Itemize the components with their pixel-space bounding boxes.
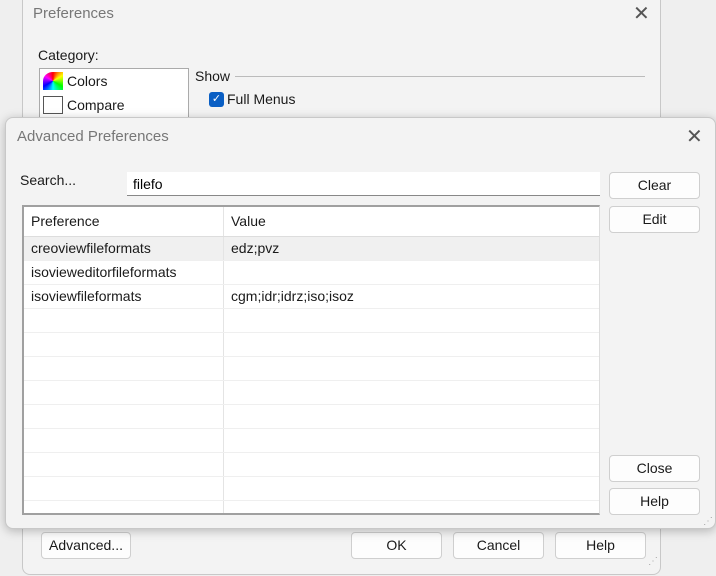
empty-row (24, 357, 599, 381)
advanced-button[interactable]: Advanced... (41, 532, 131, 559)
dialog-title: Advanced Preferences (17, 128, 169, 145)
close-icon[interactable]: ✕ (633, 1, 650, 26)
search-label: Search... (20, 172, 77, 188)
table-header: Preference Value (24, 207, 599, 237)
cell: isovieweditorfileformats (24, 261, 224, 284)
table-row[interactable]: isovieweditorfileformats (24, 261, 599, 285)
full-menus-checkbox[interactable]: ✓ Full Menus (209, 91, 295, 107)
empty-row (24, 333, 599, 357)
close-button[interactable]: Close (609, 455, 700, 482)
edit-button[interactable]: Edit (609, 206, 700, 233)
show-group-label: Show (195, 68, 231, 84)
clear-button[interactable]: Clear (609, 172, 700, 199)
cell: isoviewfileformats (24, 285, 224, 308)
search-input[interactable] (127, 172, 600, 196)
cell: edz;pvz (231, 240, 280, 256)
cancel-button[interactable]: Cancel (453, 532, 544, 559)
help-button[interactable]: Help (609, 488, 700, 515)
column-header[interactable]: Preference (24, 207, 224, 236)
resize-grip-icon[interactable]: ⋰ (648, 556, 658, 567)
category-label: Category: (38, 47, 99, 63)
table-row[interactable]: isoviewfileformats cgm;idr;idrz;iso;isoz (24, 285, 599, 309)
column-header[interactable]: Value (224, 207, 599, 236)
cell: creoviewfileformats (24, 237, 224, 260)
table-row[interactable]: creoviewfileformats edz;pvz (24, 237, 599, 261)
advanced-preferences-dialog: Advanced Preferences ✕ Search... Clear E… (5, 117, 716, 529)
cell: cgm;idr;idrz;iso;isoz (231, 288, 354, 304)
colors-icon (43, 72, 63, 90)
dialog-title: Preferences (33, 5, 114, 22)
help-button[interactable]: Help (555, 532, 646, 559)
compare-icon (43, 96, 63, 114)
category-item-compare[interactable]: Compare (40, 93, 188, 117)
resize-grip-icon[interactable]: ⋰ (703, 516, 713, 527)
empty-row (24, 453, 599, 477)
empty-row (24, 477, 599, 501)
category-item-colors[interactable]: Colors (40, 69, 188, 93)
empty-row (24, 309, 599, 333)
cell (224, 261, 599, 284)
divider (235, 76, 645, 77)
ok-button[interactable]: OK (351, 532, 442, 559)
empty-row (24, 381, 599, 405)
empty-row (24, 501, 599, 513)
preferences-table[interactable]: Preference Value creoviewfileformats edz;p… (22, 205, 600, 515)
empty-row (24, 429, 599, 453)
empty-row (24, 405, 599, 429)
close-icon[interactable]: ✕ (686, 124, 703, 149)
checkbox-checked-icon: ✓ (209, 91, 224, 107)
